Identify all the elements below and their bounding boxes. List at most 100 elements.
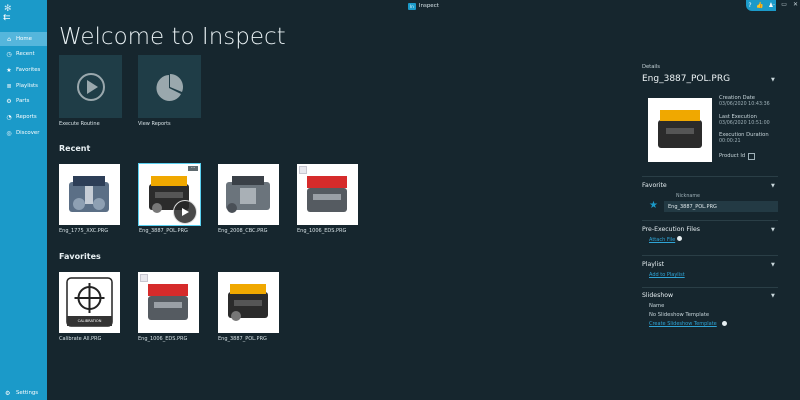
file-badge-icon	[140, 274, 148, 282]
engine-thumbnail-icon	[69, 176, 109, 212]
recent-card-label: Eng_1775_XXC.PRG	[59, 228, 109, 234]
title-bar: In Inspect	[47, 0, 800, 12]
engine-thumbnail-icon	[228, 284, 268, 321]
nickname-label: Nickname	[676, 194, 700, 199]
create-slideshow-link[interactable]: Create Slideshow Template	[649, 321, 717, 327]
sidebar-item-playlists[interactable]: ≣ Playlists	[0, 79, 47, 93]
play-icon	[182, 208, 189, 216]
sidebar-item-label: Recent	[16, 51, 35, 57]
sidebar-item-settings[interactable]: ⚙ Settings	[0, 387, 47, 399]
recent-card-label: Eng_3887_POL.PRG	[139, 228, 188, 234]
sidebar-item-discover[interactable]: ◎ Discover	[0, 126, 47, 140]
recent-card-eng-3887[interactable]: ···	[138, 163, 201, 226]
divider	[642, 176, 778, 177]
minimize-icon[interactable]: –	[772, 1, 775, 8]
more-options-icon[interactable]: ···	[188, 166, 198, 171]
execution-duration-label: Execution Duration	[719, 132, 769, 138]
thumbs-up-icon[interactable]: 👍	[756, 2, 763, 9]
execution-duration-value: 00:00:21	[719, 139, 741, 144]
sidebar-item-recent[interactable]: ◷ Recent	[0, 47, 47, 61]
sidebar-item-label: Favorites	[16, 67, 41, 73]
parts-icon: ⚙	[6, 97, 12, 105]
details-header: Details	[642, 64, 660, 70]
recent-card-label: Eng_2008_CBC.PRG	[218, 228, 268, 234]
sidebar-item-home[interactable]: ⌂ Home	[0, 32, 47, 46]
chevron-down-icon[interactable]: ▼	[771, 293, 775, 299]
nickname-value: Eng_3887_POL.PRG	[668, 203, 717, 210]
sidebar-item-label: Parts	[16, 98, 30, 104]
sidebar-item-label: Playlists	[16, 83, 38, 89]
close-icon[interactable]: ✕	[793, 1, 798, 8]
recent-card-label: Eng_1006_EDS.PRG	[297, 228, 347, 234]
add-to-playlist-link[interactable]: Add to Playlist	[649, 272, 685, 278]
recent-card-eng-1775[interactable]	[59, 164, 120, 225]
divider	[642, 287, 778, 288]
chevron-down-icon[interactable]: ▼	[771, 183, 775, 189]
settings-label: Settings	[16, 390, 39, 396]
divider	[642, 220, 778, 221]
maximize-icon[interactable]: ▭	[781, 1, 787, 8]
window-title: Inspect	[418, 3, 439, 9]
view-reports-tile[interactable]	[138, 55, 201, 118]
playlist-title: Playlist	[642, 261, 664, 268]
favorite-card-eng-3887[interactable]	[218, 272, 279, 333]
discover-icon: ◎	[6, 129, 12, 137]
execute-routine-label: Execute Routine	[59, 121, 100, 127]
playlist-icon: ≣	[6, 82, 12, 90]
last-execution-label: Last Execution	[719, 114, 757, 120]
view-reports-label: View Reports	[138, 121, 171, 127]
favorite-card-label: Eng_1006_EDS.PRG	[138, 336, 188, 342]
nickname-field[interactable]: Eng_3887_POL.PRG	[664, 201, 778, 212]
sidebar-item-favorites[interactable]: ★ Favorites	[0, 63, 47, 77]
recent-title: Recent	[59, 144, 91, 153]
favorite-card-eng-1006[interactable]	[138, 272, 199, 333]
favorite-card-label: Eng_3887_POL.PRG	[218, 336, 267, 342]
collapse-sidebar-icon[interactable]: ⇇	[3, 13, 11, 23]
slideshow-title: Slideshow	[642, 292, 674, 299]
creation-date-label: Creation Date	[719, 95, 755, 101]
execute-routine-tile[interactable]	[59, 55, 122, 118]
favorite-card-label: Calibrate All.PRG	[59, 336, 102, 342]
reports-icon: ◔	[6, 113, 12, 121]
last-execution-value: 03/06/2020 10:51:00	[719, 121, 770, 126]
info-icon	[677, 236, 682, 241]
product-id-label: Product Id	[719, 153, 746, 159]
home-icon: ⌂	[7, 35, 11, 43]
sidebar-item-label: Discover	[16, 130, 40, 136]
sidebar-item-label: Reports	[16, 114, 37, 120]
engine-thumbnail-icon	[658, 110, 702, 148]
chevron-down-icon[interactable]: ▼	[771, 262, 775, 268]
favorite-title: Favorite	[642, 182, 667, 189]
window-controls: – ▭ ✕	[772, 1, 798, 8]
divider	[642, 255, 778, 256]
favorite-star-icon[interactable]: ★	[649, 200, 658, 211]
page-title: Welcome to Inspect	[59, 24, 286, 50]
favorite-card-calibrate-all[interactable]: CALIBRATION	[59, 272, 120, 333]
pie-chart-icon	[155, 73, 183, 101]
file-badge-icon	[299, 166, 307, 174]
play-circle-icon	[76, 72, 105, 101]
recent-card-eng-2008[interactable]	[218, 164, 279, 225]
recent-card-eng-1006[interactable]	[297, 164, 358, 225]
attach-file-link[interactable]: Attach File	[649, 237, 675, 243]
favorites-title: Favorites	[59, 252, 101, 261]
play-button[interactable]	[173, 200, 197, 224]
slideshow-name-label: Name	[649, 303, 665, 309]
gear-icon: ⚙	[5, 389, 11, 397]
details-file-name: Eng_3887_POL.PRG	[642, 74, 731, 84]
sidebar-item-reports[interactable]: ◔ Reports	[0, 110, 47, 124]
help-icon[interactable]: ?	[748, 2, 751, 9]
chevron-down-icon[interactable]: ▼	[771, 77, 775, 83]
chevron-down-icon[interactable]: ▼	[771, 227, 775, 233]
calibration-caption: CALIBRATION	[77, 319, 102, 323]
sidebar-item-parts[interactable]: ⚙ Parts	[0, 94, 47, 108]
details-thumbnail	[648, 98, 712, 162]
app-badge: In	[408, 2, 416, 10]
creation-date-value: 03/06/2020 10:43:36	[719, 102, 770, 107]
product-id-edit-icon[interactable]	[748, 153, 755, 160]
pre-execution-title: Pre-Execution Files	[642, 226, 700, 233]
sidebar-item-label: Home	[16, 36, 32, 42]
sidebar: ✻ ⇇ ⌂ Home ◷ Recent ★ Favorites ≣ Playli…	[0, 0, 47, 400]
star-icon: ★	[6, 66, 12, 74]
info-icon	[722, 321, 727, 326]
